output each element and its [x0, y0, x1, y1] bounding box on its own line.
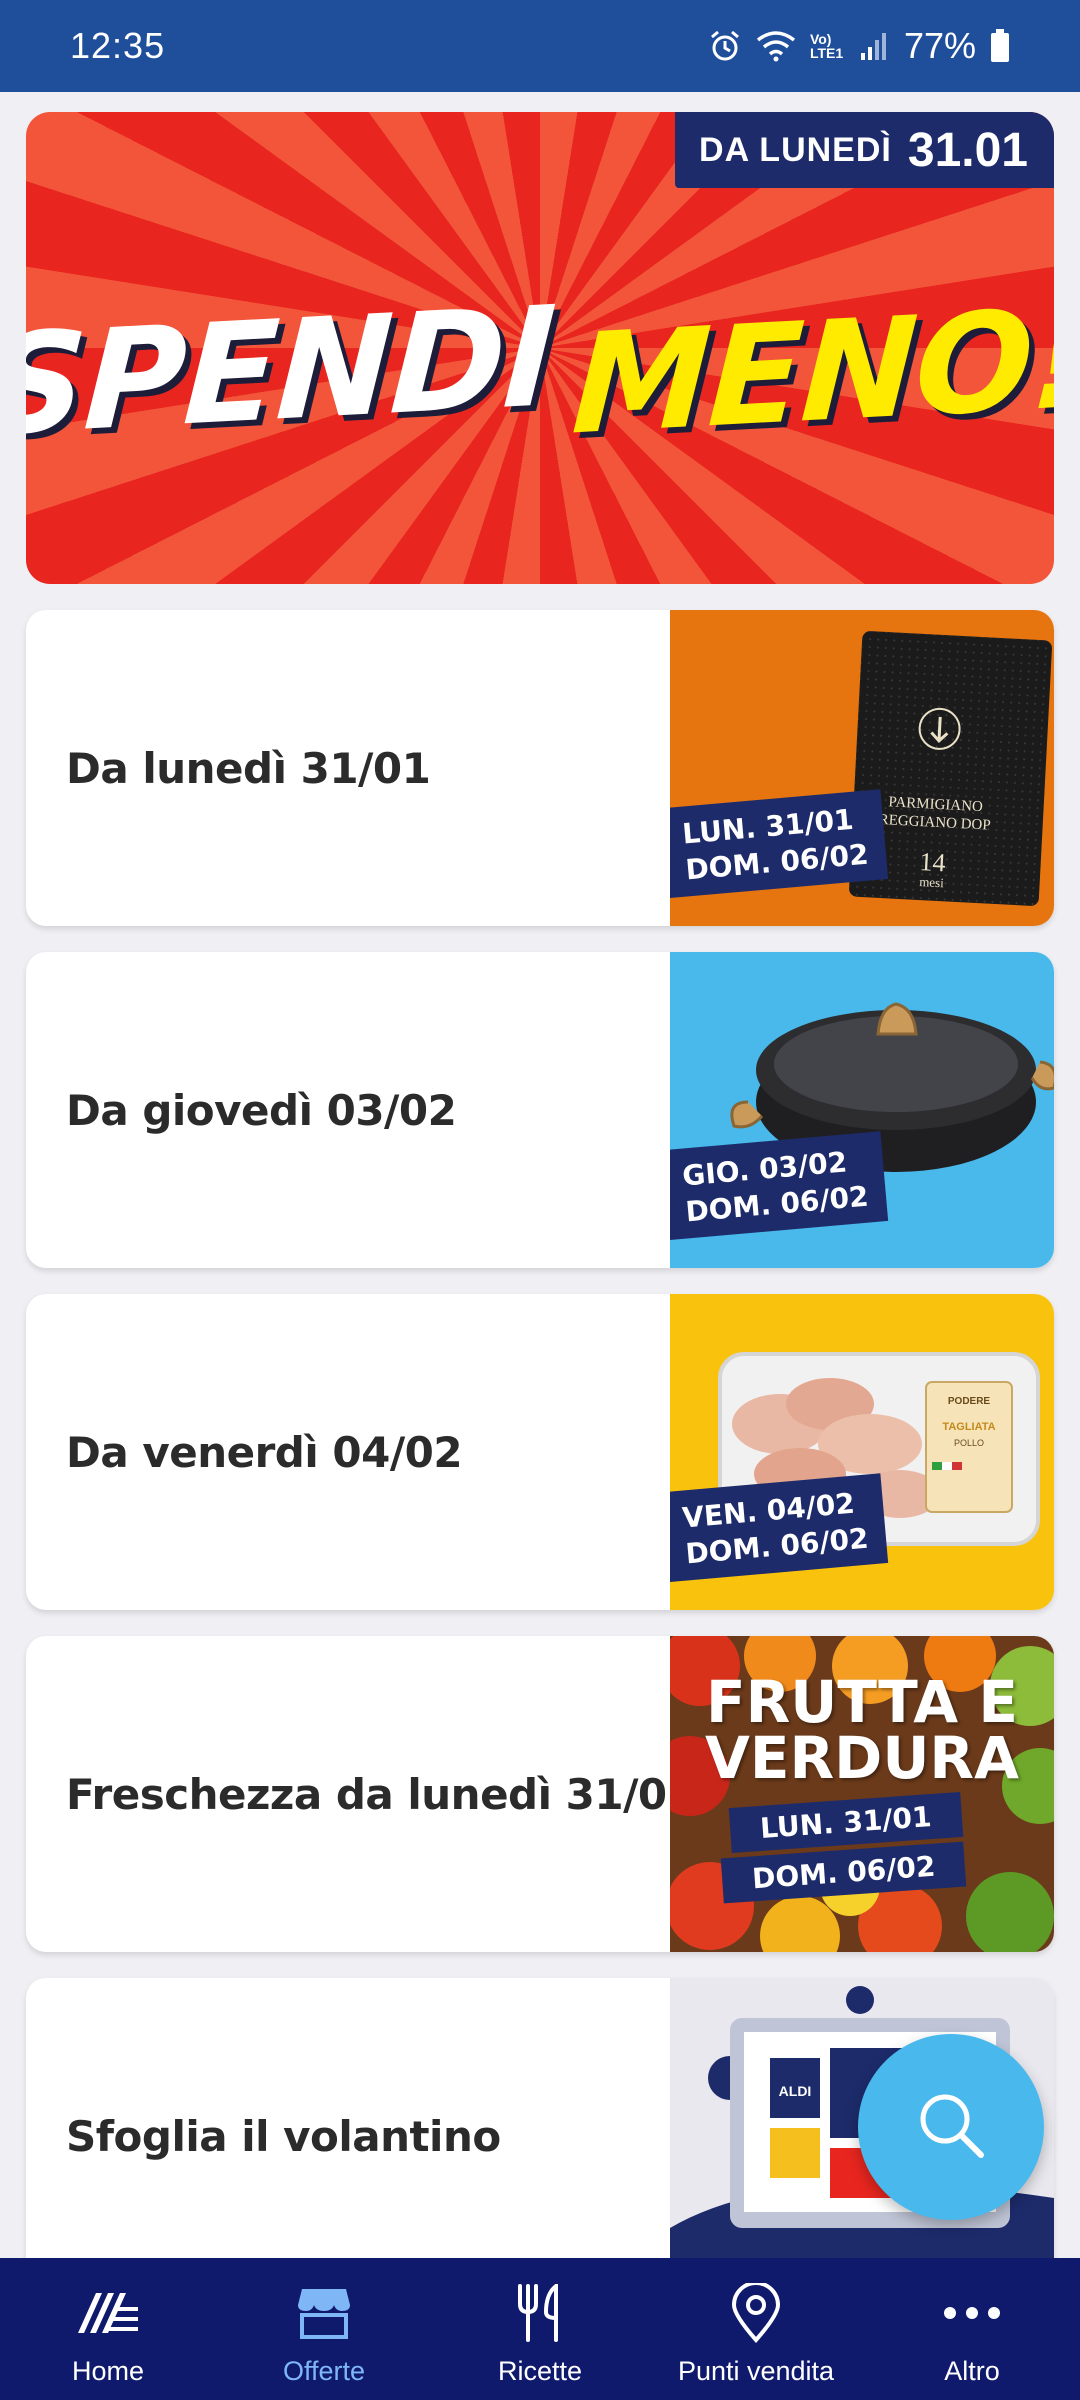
- offer-image-parmigiano: PARMIGIANO REGGIANO DOP 14 mesi LUN. 31/…: [670, 610, 1054, 926]
- offers-scroll-area[interactable]: SPENDI MENO! DA LUNEDÌ 31.01 Da lunedì 3…: [0, 92, 1080, 2258]
- nav-label: Home: [71, 2356, 145, 2386]
- nav-label: Ricette: [497, 2356, 583, 2386]
- nav-label: Punti vendita: [677, 2356, 835, 2386]
- product-name-line2: TAGLIATA: [942, 1421, 995, 1433]
- fruit-veg-overlay-title: FRUTTA E VERDURA: [670, 1668, 1054, 1792]
- wifi-icon: [756, 30, 796, 62]
- hero-title-word1: SPENDI: [26, 275, 558, 467]
- nav-label: Offerte: [282, 2356, 366, 2386]
- location-pin-icon: [730, 2280, 782, 2346]
- status-icons: Vo) LTE1 77%: [708, 25, 1010, 67]
- cutlery-icon: [512, 2280, 568, 2346]
- nav-label: Altro: [944, 2356, 1000, 2386]
- aldi-brand-text: ALDI: [779, 2083, 812, 2099]
- hero-date-badge: DA LUNEDÌ 31.01: [675, 112, 1054, 188]
- hero-title-word2: MENO!: [569, 277, 1054, 465]
- nav-altro[interactable]: Altro: [864, 2258, 1080, 2400]
- offer-image-pan: GIO. 03/02 DOM. 06/02: [670, 952, 1054, 1268]
- alarm-icon: [708, 29, 742, 63]
- product-name-line3: POLLO: [954, 1438, 984, 1448]
- overlay-line2: VERDURA: [705, 1724, 1019, 1792]
- signal-icon: [860, 31, 890, 61]
- more-dots-icon: [942, 2280, 1002, 2346]
- network-label: Vo) LTE1: [809, 31, 844, 61]
- nav-punti-vendita[interactable]: Punti vendita: [648, 2258, 864, 2400]
- offer-card-monday[interactable]: Da lunedì 31/01 PARMIGIANO REGGIANO DOP …: [26, 610, 1054, 926]
- offer-image-fruit-veg: FRUTTA E VERDURA LUN. 31/01 DOM. 06/02: [670, 1636, 1054, 1952]
- offer-card-label: Da venerdì 04/02: [66, 1427, 463, 1477]
- hero-date: 31.01: [907, 123, 1028, 177]
- overlay-line1: FRUTTA E: [705, 1668, 1019, 1736]
- status-time: 12:35: [70, 25, 166, 66]
- battery-percent: 77%: [903, 25, 976, 66]
- hero-banner[interactable]: SPENDI MENO! DA LUNEDÌ 31.01: [26, 112, 1054, 584]
- offer-card-label: Freschezza da lunedì 31/01: [66, 1769, 696, 1819]
- offer-card-label: Da giovedì 03/02: [66, 1085, 457, 1135]
- date-badge: VEN. 04/02 DOM. 06/02: [670, 1473, 889, 1582]
- offer-card-label: Sfoglia il volantino: [66, 2111, 501, 2161]
- offer-card-thursday[interactable]: Da giovedì 03/02 GIO. 03/02 DOM. 06/02: [26, 952, 1054, 1268]
- offer-card-label: Da lunedì 31/01: [66, 743, 431, 793]
- date-badge: GIO. 03/02 DOM. 06/02: [670, 1131, 889, 1240]
- search-fab[interactable]: [858, 2034, 1044, 2220]
- nav-home[interactable]: Home: [0, 2258, 216, 2400]
- nav-ricette[interactable]: Ricette: [432, 2258, 648, 2400]
- offer-image-chicken: PODERE TAGLIATA POLLO VEN. 04/02 DOM. 06…: [670, 1294, 1054, 1610]
- aldi-logo-icon: [74, 2280, 142, 2346]
- nav-offerte[interactable]: Offerte: [216, 2258, 432, 2400]
- date-badge: LUN. 31/01 DOM. 06/02: [670, 789, 889, 898]
- product-name-line1: PODERE: [948, 1396, 991, 1407]
- hero-date-prefix: DA LUNEDÌ: [699, 130, 892, 169]
- bottom-navigation: Home Offerte Ricette Punti vendita Altro: [0, 2258, 1080, 2400]
- product-name-line3: 14: [919, 847, 946, 877]
- search-icon: [913, 2087, 989, 2168]
- store-icon: [296, 2280, 352, 2346]
- offer-card-friday[interactable]: Da venerdì 04/02 PODERE TAGLIATA POLLO V…: [26, 1294, 1054, 1610]
- status-bar: 12:35 Vo) LTE1 77%: [0, 0, 1080, 92]
- product-name-line4: mesi: [919, 874, 945, 890]
- battery-icon: [990, 29, 1010, 63]
- offer-card-fresh[interactable]: Freschezza da lunedì 31/01 FRUTTA E VERD…: [26, 1636, 1054, 1952]
